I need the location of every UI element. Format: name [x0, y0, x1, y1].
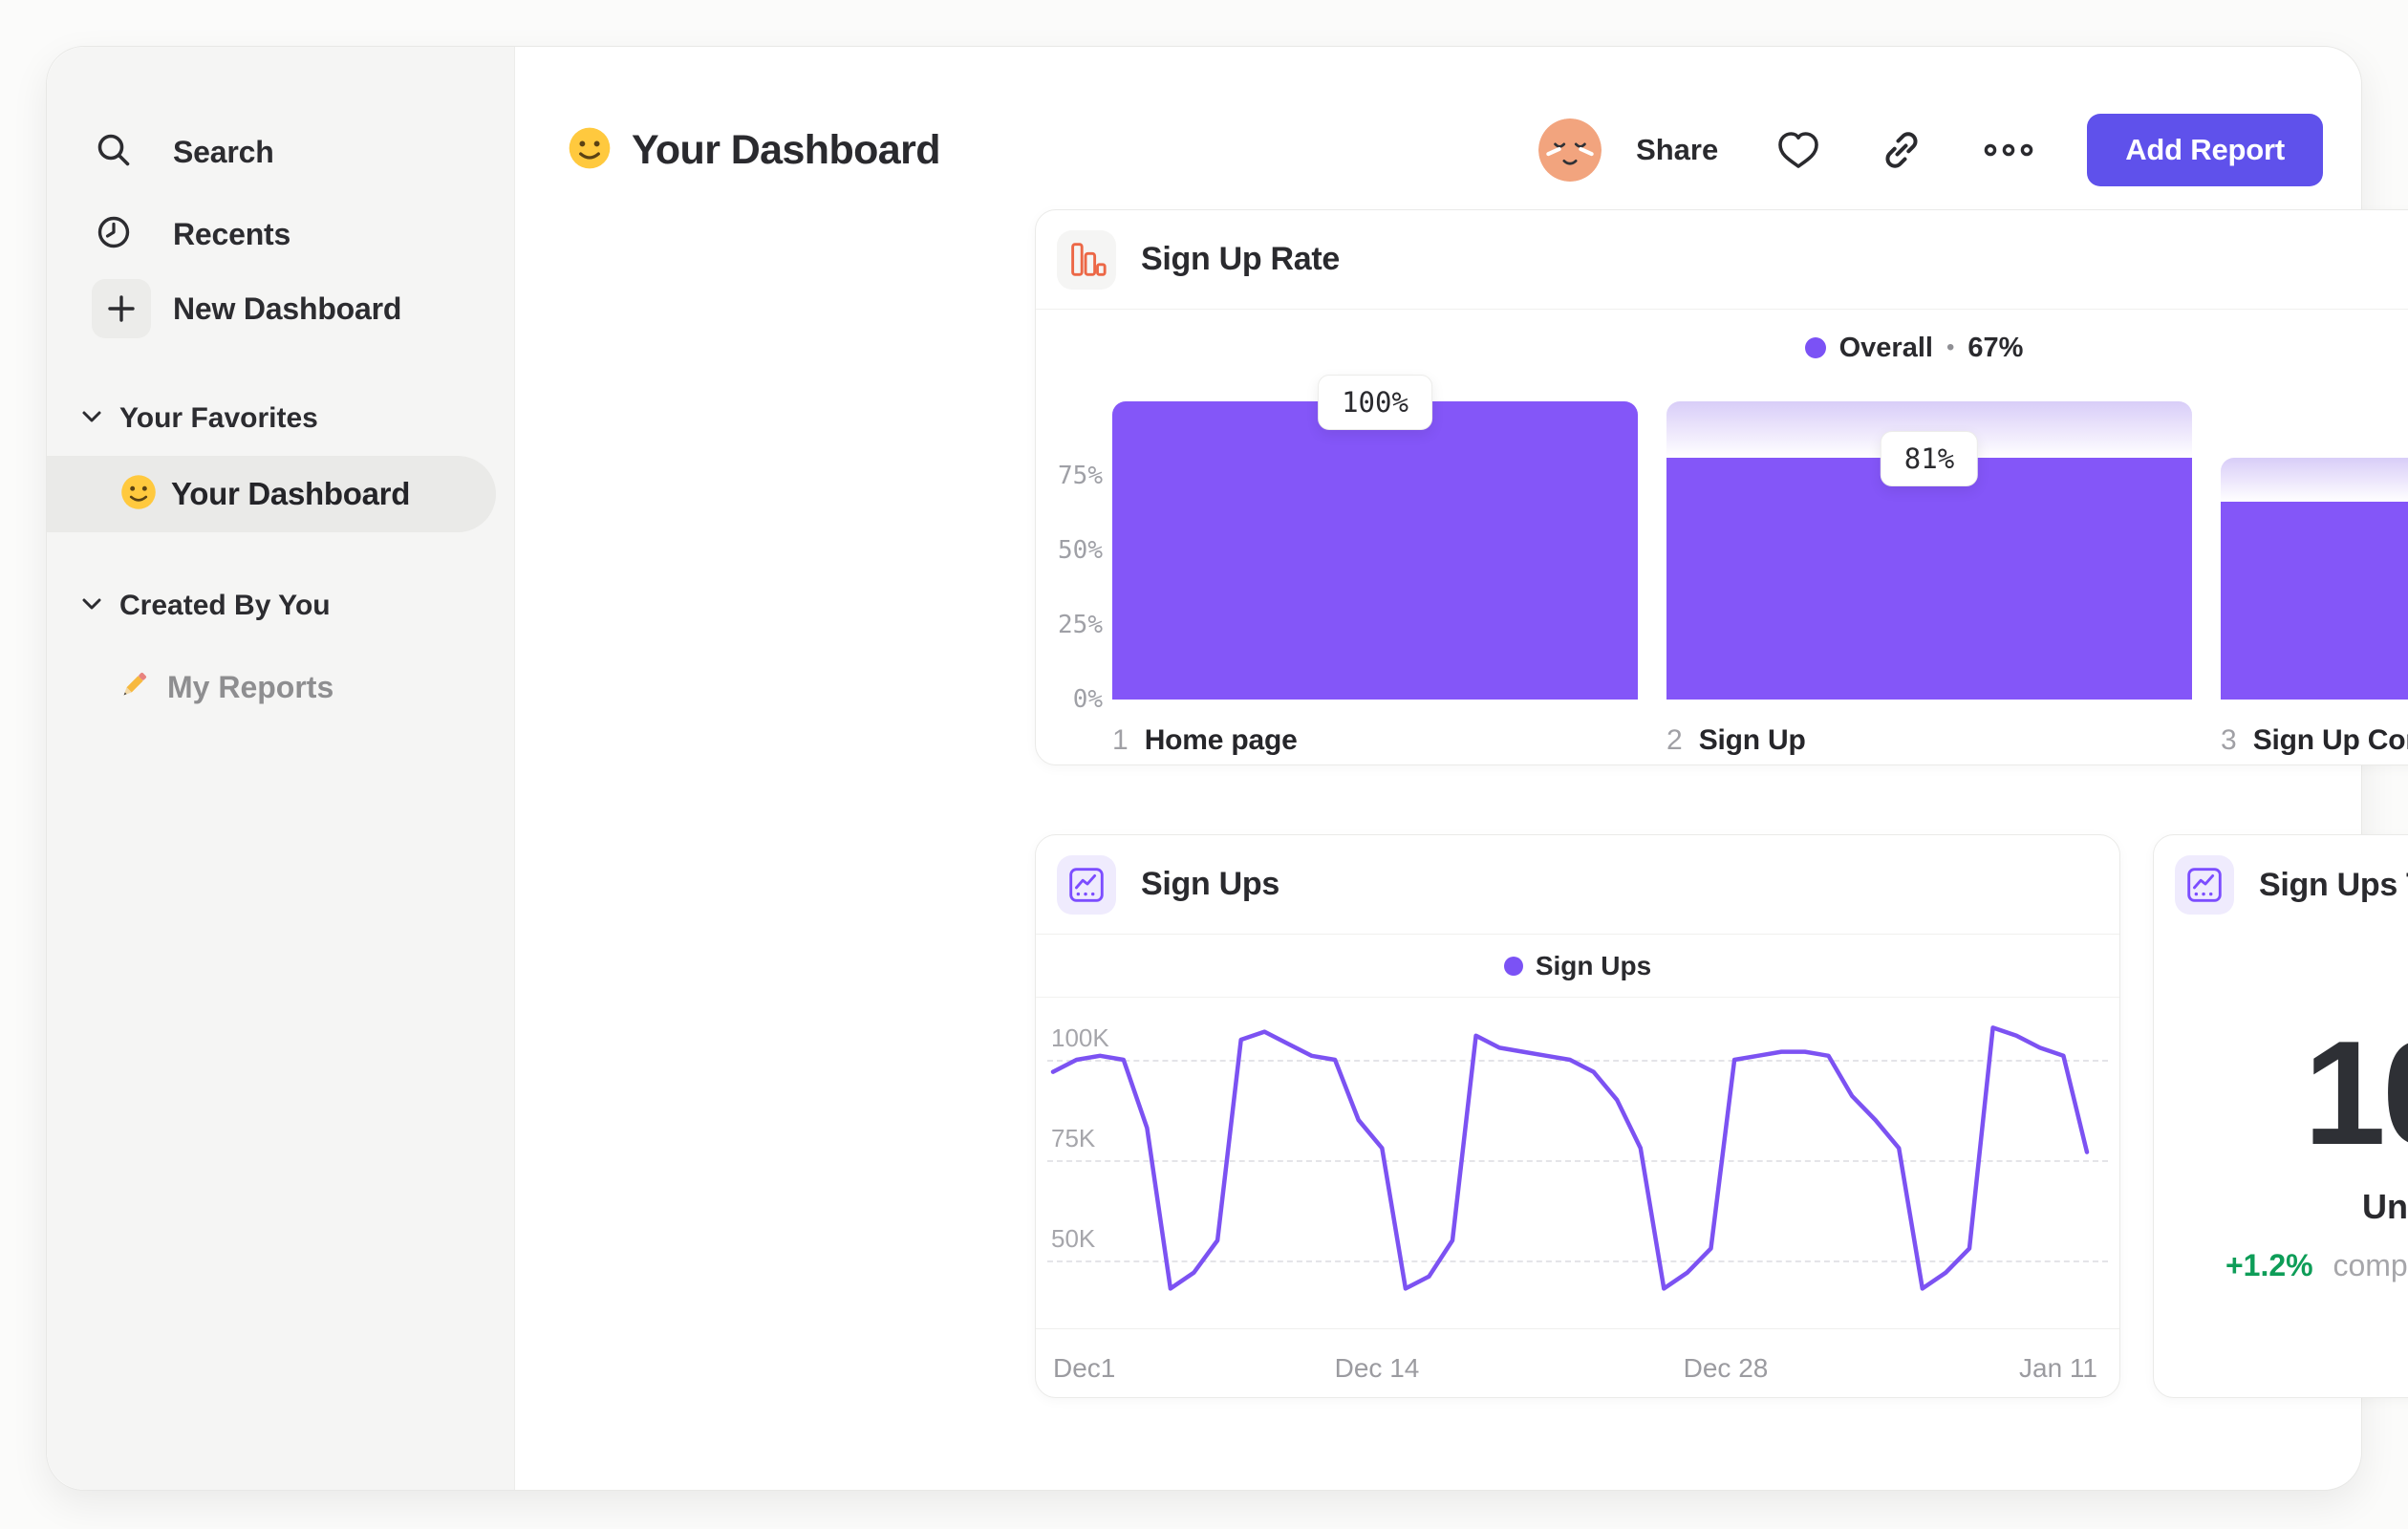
line-x-tick: Jan 11: [2019, 1353, 2097, 1383]
main-area: Your Dashboard Share Add Report Sign Up …: [515, 47, 2408, 1490]
chevron-down-icon: [81, 410, 102, 428]
sidebar-section-label: Your Favorites: [119, 402, 318, 434]
kpi-delta-caption: compared to previous period: [2333, 1248, 2408, 1282]
funnel-plot: 100% 81% 82%: [1112, 375, 2408, 700]
x-axis-line: [1036, 1328, 2119, 1329]
funnel-value-badge: 100%: [1318, 375, 1432, 430]
share-button[interactable]: Share: [1636, 133, 1718, 167]
funnel-column-home-page: 100%: [1112, 375, 1638, 700]
gridline: [1047, 1160, 2108, 1162]
kpi-value: 100K: [2303, 1010, 2408, 1175]
sidebar-item-search[interactable]: Search: [93, 121, 274, 183]
page-title: Your Dashboard: [632, 126, 941, 173]
sidebar-section-created-by-you[interactable]: Created By You: [81, 590, 331, 622]
pencil-emoji-icon: [116, 667, 152, 708]
search-icon: [93, 129, 135, 176]
page-title-group: Your Dashboard: [567, 125, 941, 176]
smiley-emoji-icon: [119, 473, 158, 516]
funnel-bar[interactable]: [2221, 501, 2408, 700]
favorite-heart-icon[interactable]: [1775, 129, 1821, 171]
card-title: Sign Ups: [1141, 866, 1279, 902]
step-number: 3: [2221, 724, 2237, 756]
sidebar-item-label: New Dashboard: [173, 291, 402, 326]
funnel-column-sign-up: 81%: [1666, 401, 2192, 700]
line-y-tick: 75K: [1051, 1124, 1096, 1152]
add-report-button[interactable]: Add Report: [2087, 114, 2323, 186]
sidebar-section-label: Created By You: [119, 590, 331, 621]
funnel-value-badge: 81%: [1880, 431, 1979, 487]
legend-series-name: Overall: [1838, 332, 1933, 363]
dashboard-header: Your Dashboard Share Add Report: [567, 97, 2323, 204]
line-y-tick: 50K: [1051, 1224, 1096, 1253]
app-window: Search Recents New Dashboard Your Favori…: [46, 46, 2408, 1491]
funnel-y-tick: 75%: [1058, 462, 1103, 490]
sidebar-item-your-dashboard[interactable]: Your Dashboard: [47, 456, 496, 532]
sidebar-item-my-reports[interactable]: My Reports: [116, 658, 333, 716]
step-name: Sign Up: [1698, 724, 1806, 756]
line-x-tick: Dec 28: [1683, 1353, 1769, 1383]
avatar[interactable]: [1538, 118, 1602, 182]
card-header: Sign Ups: [1036, 835, 2119, 935]
line-chart-icon: [2175, 855, 2234, 915]
kpi-delta-row: +1.2% compared to previous period: [2154, 1248, 2408, 1283]
legend-dot-icon: [1503, 956, 1523, 976]
step-number: 1: [1112, 724, 1129, 756]
step-name: Sign Up Confirmation: [2252, 724, 2408, 756]
bar-chart-icon: [1057, 229, 1116, 290]
legend-dot-icon: [1804, 337, 1826, 358]
sidebar-section-your-favorites[interactable]: Your Favorites: [81, 402, 318, 435]
plus-icon: [92, 279, 151, 338]
funnel-column-sign-up-confirmation: 82%: [2221, 401, 2408, 700]
sign-ups-today-card: Sign Ups Today 100K Unique Users +1.2% c…: [2153, 834, 2408, 1398]
line-chart-icon: [1057, 854, 1116, 915]
sidebar-item-label: My Reports: [167, 669, 334, 704]
clock-icon: [93, 211, 135, 258]
sidebar-item-label: Your Dashboard: [171, 476, 411, 511]
gridline: [1047, 1060, 2108, 1062]
chevron-down-icon: [81, 597, 102, 615]
funnel-bar[interactable]: [1112, 401, 1638, 700]
sidebar-item-new-dashboard[interactable]: New Dashboard: [92, 278, 401, 339]
smiley-emoji-icon: [567, 125, 613, 176]
funnel-bar[interactable]: [1666, 458, 2192, 700]
funnel-step-label: 1 Home page: [1112, 724, 1298, 757]
sidebar: Search Recents New Dashboard Your Favori…: [47, 47, 515, 1490]
sign-up-rate-card: Sign Up Rate Overall • 67% 75% 50% 25% 0…: [1035, 209, 2408, 765]
line-x-tick: Dec 14: [1334, 1353, 1420, 1383]
sidebar-item-label: Recents: [173, 216, 291, 251]
step-number: 2: [1666, 724, 1683, 756]
funnel-y-tick: 25%: [1058, 611, 1103, 639]
funnel-step-label: 3 Sign Up Confirmation: [2221, 724, 2408, 757]
sidebar-item-label: Search: [173, 134, 274, 169]
kpi-delta-value: +1.2%: [2225, 1248, 2313, 1282]
line-y-tick: 100K: [1051, 1023, 1109, 1052]
legend-series-name: Sign Ups: [1535, 950, 1652, 980]
card-header: Sign Up Rate: [1036, 210, 2408, 310]
sign-ups-card: Sign Ups Sign Ups 100K 75K 50K Dec1 Dec …: [1035, 834, 2120, 1398]
card-title: Sign Up Rate: [1141, 241, 1340, 277]
funnel-dropoff-area: [2221, 458, 2408, 502]
legend-separator: •: [1946, 334, 1955, 360]
funnel-step-label: 2 Sign Up: [1666, 724, 1806, 757]
card-title: Sign Ups Today: [2259, 866, 2408, 903]
sidebar-item-recents[interactable]: Recents: [93, 204, 290, 265]
gridline: [1047, 1260, 2108, 1262]
card-header: Sign Ups Today: [2154, 835, 2408, 935]
funnel-step-labels: 1 Home page 2 Sign Up 3 Sign Up Confirma…: [1112, 724, 2408, 766]
copy-link-icon[interactable]: [1879, 127, 1924, 173]
step-name: Home page: [1144, 724, 1298, 756]
funnel-legend: Overall • 67%: [1036, 312, 2408, 384]
more-options-ellipsis-icon[interactable]: [1982, 141, 2035, 159]
funnel-y-tick: 0%: [1072, 685, 1103, 714]
funnel-y-tick: 50%: [1058, 536, 1103, 565]
line-x-tick: Dec1: [1053, 1353, 1116, 1383]
kpi-metric-label: Unique Users: [2361, 1187, 2408, 1226]
legend-series-value: 67%: [1967, 332, 2024, 363]
line-legend: Sign Ups: [1036, 935, 2119, 998]
